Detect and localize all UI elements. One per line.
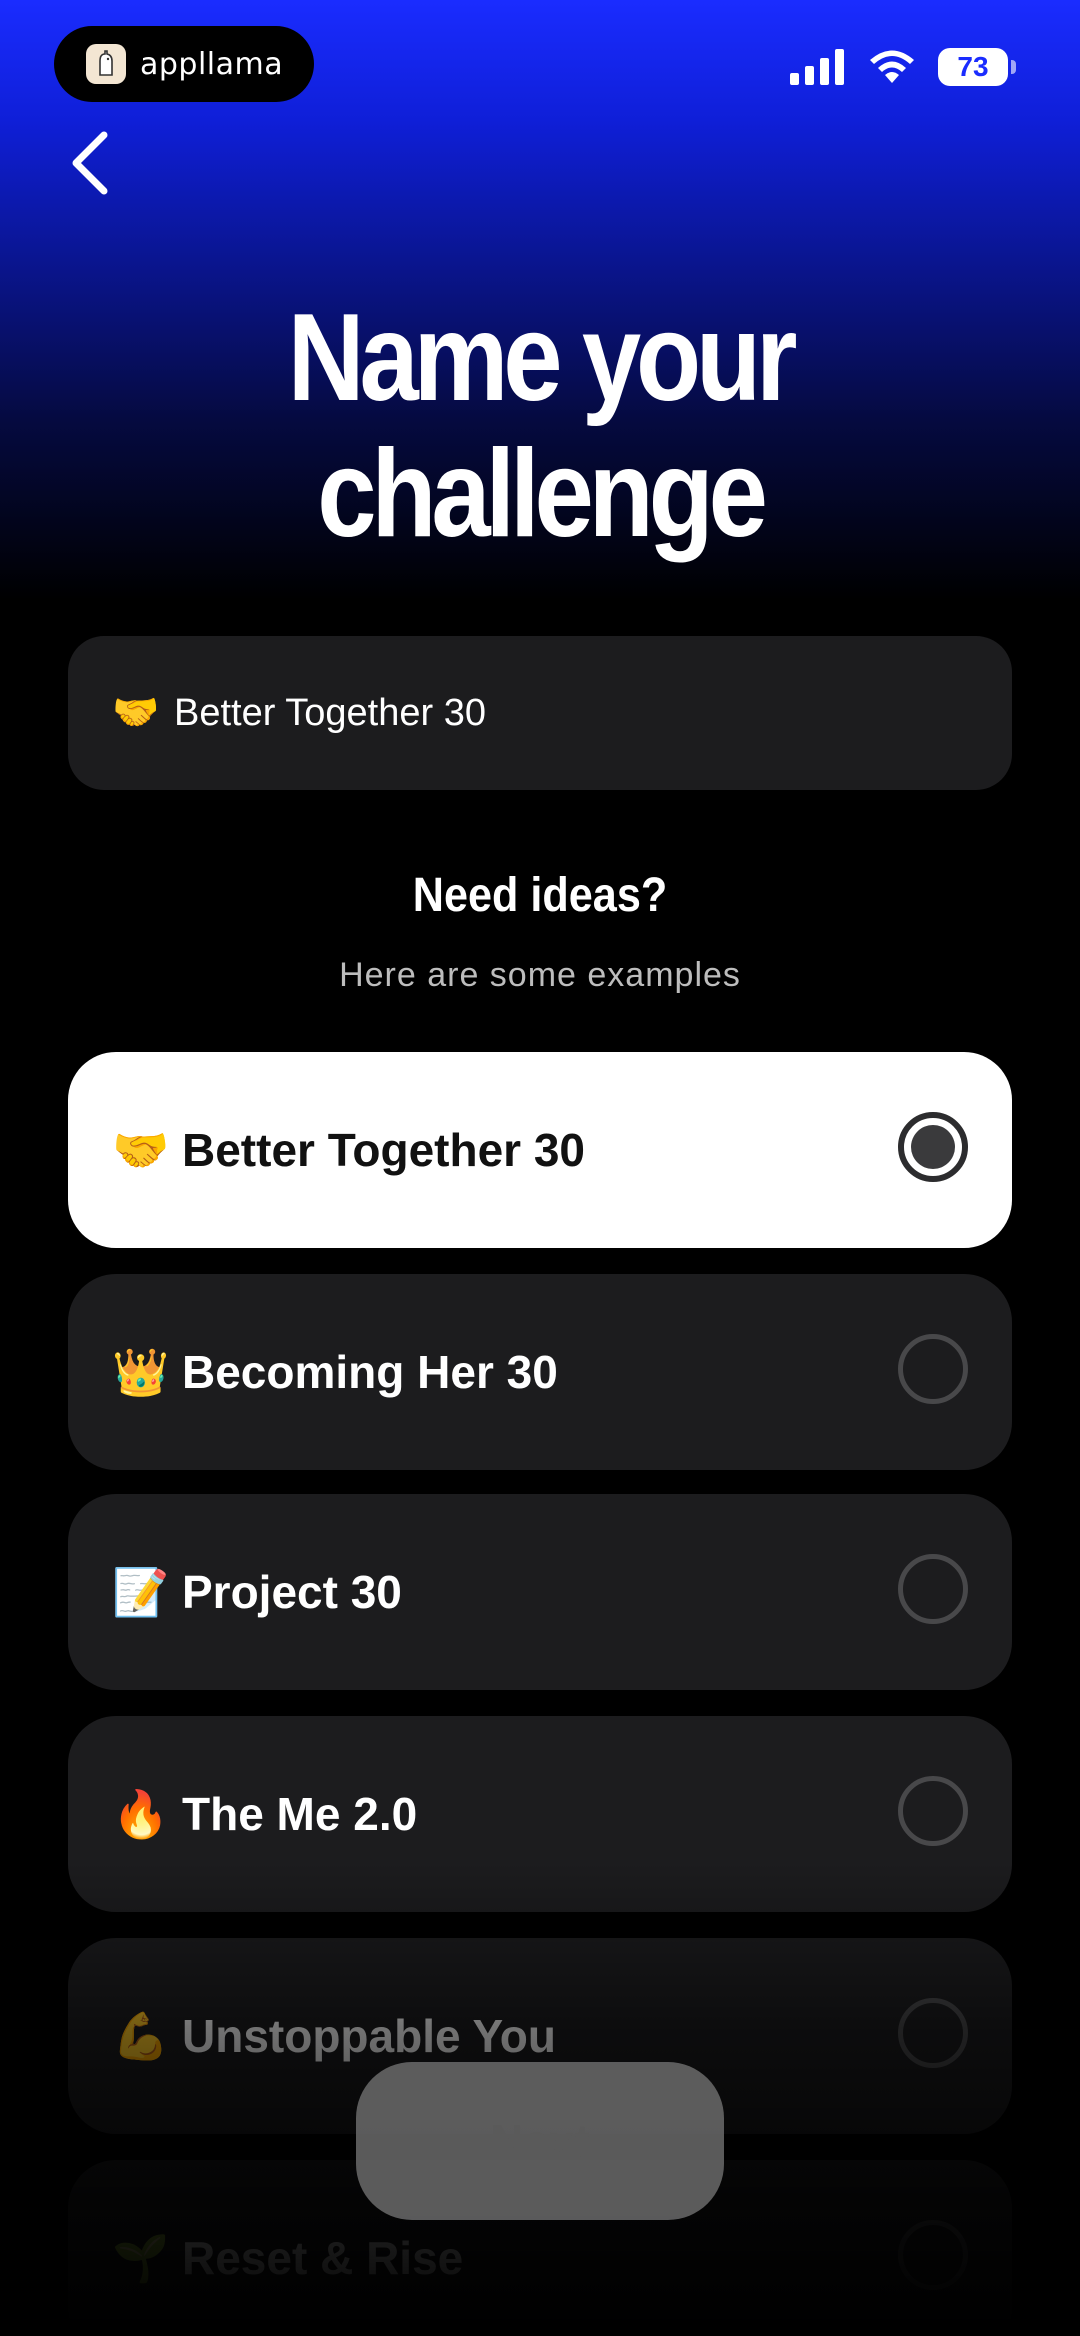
page-title-line2: challenge (317, 425, 768, 563)
radio-button[interactable] (898, 2220, 968, 2290)
battery-level: 73 (957, 51, 989, 82)
option-label: Better Together 30 (182, 1124, 586, 1176)
status-icons: 73 (790, 48, 1016, 86)
ideas-subheading: Here are some examples (339, 956, 741, 994)
ideas-heading: Need ideas? (412, 869, 668, 922)
wifi-icon (870, 50, 914, 83)
llama-logo-icon (86, 44, 126, 84)
radio-dot (911, 1125, 955, 1169)
radio-button[interactable] (898, 1998, 968, 2068)
app-name: appllama (140, 46, 284, 82)
chevron-left-icon (72, 131, 108, 195)
challenge-name-value: Better Together 30 (174, 691, 486, 734)
challenge-name-input[interactable]: 🤝 Better Together 30 (68, 636, 1012, 790)
cellular-signal-icon (790, 49, 844, 85)
radio-button-selected[interactable] (898, 1112, 968, 1182)
radio-button[interactable] (898, 1334, 968, 1404)
memo-icon: 📝 (112, 1565, 170, 1618)
handshake-icon: 🤝 (112, 1123, 170, 1176)
option-label: Becoming Her 30 (182, 1346, 558, 1398)
radio-button[interactable] (898, 1554, 968, 1624)
option-label: The Me 2.0 (182, 1788, 418, 1840)
page-title: Name your challenge (76, 290, 1005, 562)
status-bar: appllama 73 (0, 0, 1080, 140)
option-the-me-2-0[interactable]: 🔥 The Me 2.0 (68, 1716, 1012, 1912)
option-becoming-her-30[interactable]: 👑 Becoming Her 30 (68, 1274, 1012, 1470)
flexed-biceps-icon: 💪 (112, 2009, 170, 2062)
option-better-together-30[interactable]: 🤝 Better Together 30 (68, 1052, 1012, 1248)
option-label: Reset & Rise (182, 2232, 464, 2284)
option-label: Unstoppable You (182, 2010, 556, 2062)
seedling-icon: 🌱 (112, 2231, 170, 2284)
option-project-30[interactable]: 📝 Project 30 (68, 1494, 1012, 1690)
option-label: Project 30 (182, 1566, 402, 1618)
app-indicator-pill[interactable]: appllama (54, 26, 314, 102)
battery-tip (1011, 60, 1016, 74)
page-title-line1: Name your (287, 289, 798, 427)
back-button[interactable] (60, 128, 120, 198)
handshake-icon: 🤝 (112, 692, 160, 734)
radio-button[interactable] (898, 1776, 968, 1846)
fire-icon: 🔥 (112, 1787, 170, 1840)
battery-indicator: 73 (938, 48, 1016, 86)
crown-icon: 👑 (112, 1345, 170, 1398)
next-button[interactable]: Next (356, 2062, 724, 2220)
